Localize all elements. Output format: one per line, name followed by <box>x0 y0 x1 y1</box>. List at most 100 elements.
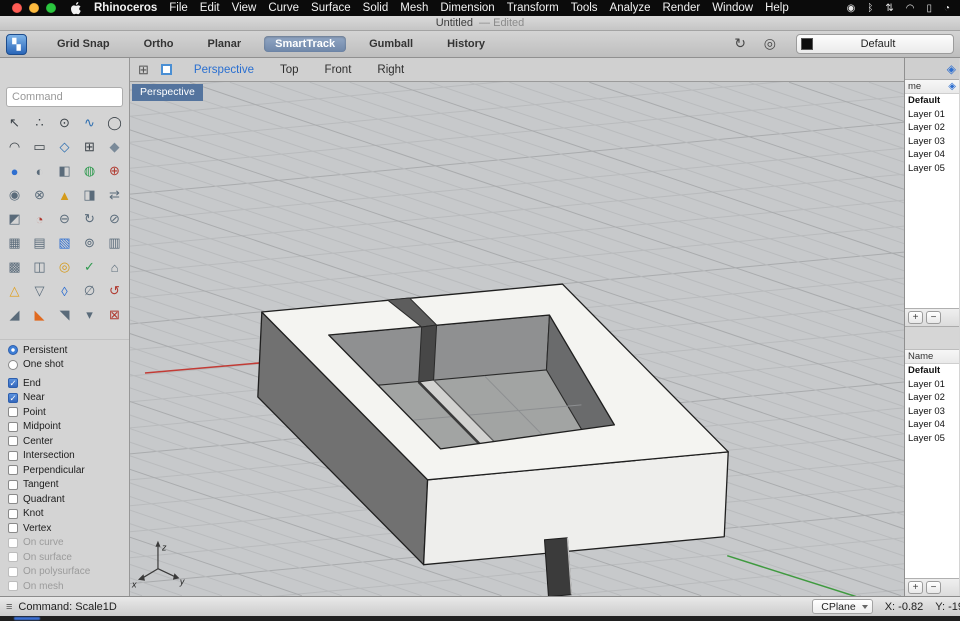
tool-icon[interactable]: ◩ <box>2 207 27 231</box>
toggle-gumball[interactable]: Gumball <box>369 38 413 50</box>
osnap-point[interactable]: Point <box>0 405 129 420</box>
osnap-on-curve[interactable]: On curve <box>0 536 129 551</box>
menu-dimension[interactable]: Dimension <box>440 2 494 14</box>
tool-icon[interactable]: ⌂ <box>102 255 127 279</box>
osnap-end[interactable]: ✓End <box>0 376 129 391</box>
layer-row[interactable]: Layer 02 <box>905 391 959 405</box>
tool-icon[interactable]: ◢ <box>2 303 27 327</box>
cplane-dropdown[interactable]: CPlane <box>812 599 872 614</box>
tool-icon[interactable]: ⊗ <box>27 183 52 207</box>
viewport-3d-scene[interactable]: z y x <box>130 82 904 596</box>
osnap-perpendicular[interactable]: Perpendicular <box>0 463 129 478</box>
checkbox-icon[interactable] <box>8 509 18 519</box>
layer-row[interactable]: Default <box>905 364 959 378</box>
tool-icon[interactable]: ▧ <box>52 231 77 255</box>
display-mode-dropdown[interactable]: Default <box>796 34 954 54</box>
menu-window[interactable]: Window <box>712 2 753 14</box>
checkbox-icon[interactable] <box>8 494 18 504</box>
add-layer-button[interactable]: + <box>908 581 923 594</box>
menu-tools[interactable]: Tools <box>571 2 598 14</box>
status-menu-icon[interactable]: ≡ <box>6 601 12 613</box>
menu-edit[interactable]: Edit <box>200 2 220 14</box>
tool-icon[interactable]: ◯ <box>102 111 127 135</box>
tool-icon[interactable]: ◔ <box>27 207 52 231</box>
tool-icon[interactable]: ◨ <box>77 183 102 207</box>
osnap-on-polysurface[interactable]: On polysurface <box>0 565 129 580</box>
tool-icon[interactable]: ∿ <box>77 111 102 135</box>
tool-icon[interactable]: ↻ <box>77 207 102 231</box>
tool-icon[interactable]: ◥ <box>52 303 77 327</box>
zoom-button[interactable] <box>46 3 56 13</box>
menu-curve[interactable]: Curve <box>268 2 299 14</box>
tool-icon[interactable]: ▩ <box>2 255 27 279</box>
tool-icon[interactable]: ◇ <box>52 135 77 159</box>
tool-icon[interactable]: ⊘ <box>102 207 127 231</box>
tool-icon[interactable]: ▾ <box>77 303 102 327</box>
layers-icon[interactable]: ◈ <box>948 81 956 92</box>
tool-icon[interactable]: ▥ <box>102 231 127 255</box>
remove-layer-button[interactable]: − <box>926 311 941 324</box>
keyboard-brightness-status-icon[interactable]: ⇅ <box>885 3 893 14</box>
wifi-status-icon[interactable]: ◠ <box>906 3 915 14</box>
osnap-vertex[interactable]: Vertex <box>0 521 129 536</box>
layer-row[interactable]: Default <box>905 94 959 108</box>
menu-mesh[interactable]: Mesh <box>400 2 428 14</box>
viewport-tab-perspective[interactable]: Perspective <box>194 64 254 76</box>
menu-surface[interactable]: Surface <box>311 2 351 14</box>
tool-icon[interactable]: ⊚ <box>77 231 102 255</box>
tool-icon[interactable]: ● <box>2 159 27 183</box>
tool-icon[interactable]: ↺ <box>102 279 127 303</box>
layer-row[interactable]: Layer 03 <box>905 135 959 149</box>
osnap-knot[interactable]: Knot <box>0 507 129 522</box>
tool-icon[interactable]: ◉ <box>2 183 27 207</box>
tool-icon[interactable]: ∅ <box>77 279 102 303</box>
apple-menu[interactable] <box>71 2 82 15</box>
spotlight-status-icon[interactable]: ◔ <box>944 3 950 14</box>
menu-render[interactable]: Render <box>662 2 700 14</box>
remove-layer-button[interactable]: − <box>926 581 941 594</box>
checkbox-icon[interactable] <box>8 552 18 562</box>
checkbox-icon[interactable] <box>8 436 18 446</box>
tool-icon[interactable]: ⊖ <box>52 207 77 231</box>
checkbox-icon[interactable] <box>8 407 18 417</box>
tool-icon[interactable]: ▤ <box>27 231 52 255</box>
tool-icon[interactable]: ▭ <box>27 135 52 159</box>
tool-icon[interactable]: ⊠ <box>102 303 127 327</box>
tool-icon[interactable]: ▦ <box>2 231 27 255</box>
layers-icon[interactable]: ◈ <box>947 62 956 76</box>
viewport[interactable]: z y x Perspective <box>130 82 904 596</box>
layer-row[interactable]: Layer 05 <box>905 432 959 446</box>
tool-icon[interactable]: ▽ <box>27 279 52 303</box>
checkbox-icon[interactable]: ✓ <box>8 378 18 388</box>
osnap-on-surface[interactable]: On surface <box>0 550 129 565</box>
checkbox-icon[interactable] <box>8 538 18 548</box>
battery-status-icon[interactable]: ▯ <box>926 3 932 14</box>
osnap-midpoint[interactable]: Midpoint <box>0 420 129 435</box>
osnap-tangent[interactable]: Tangent <box>0 478 129 493</box>
tool-icon[interactable]: ◆ <box>102 135 127 159</box>
osnap-quadrant[interactable]: Quadrant <box>0 492 129 507</box>
checkbox-icon[interactable] <box>8 567 18 577</box>
checkbox-icon[interactable] <box>8 523 18 533</box>
osnap-intersection[interactable]: Intersection <box>0 449 129 464</box>
tool-icon[interactable]: ∴ <box>27 111 52 135</box>
tool-icon[interactable]: ◎ <box>52 255 77 279</box>
close-button[interactable] <box>12 3 22 13</box>
target-icon[interactable]: ◎ <box>764 35 776 52</box>
menu-view[interactable]: View <box>232 2 257 14</box>
rhino-app-icon[interactable]: ▚ <box>6 34 27 55</box>
checkbox-icon[interactable] <box>8 581 18 591</box>
viewport-badge[interactable]: Perspective <box>132 84 203 101</box>
navigate-icon[interactable]: ↻ <box>734 35 746 52</box>
toggle-history[interactable]: History <box>447 38 485 50</box>
minimize-button[interactable] <box>29 3 39 13</box>
layer-row[interactable]: Layer 04 <box>905 148 959 162</box>
app-menu[interactable]: Rhinoceros <box>94 2 157 14</box>
radio-icon[interactable] <box>8 360 18 370</box>
tool-icon[interactable]: ⊕ <box>102 159 127 183</box>
menu-transform[interactable]: Transform <box>507 2 559 14</box>
toggle-grid-snap[interactable]: Grid Snap <box>57 38 110 50</box>
viewport-tab-front[interactable]: Front <box>325 64 352 76</box>
tool-icon[interactable]: ◫ <box>27 255 52 279</box>
layer-row[interactable]: Layer 01 <box>905 378 959 392</box>
